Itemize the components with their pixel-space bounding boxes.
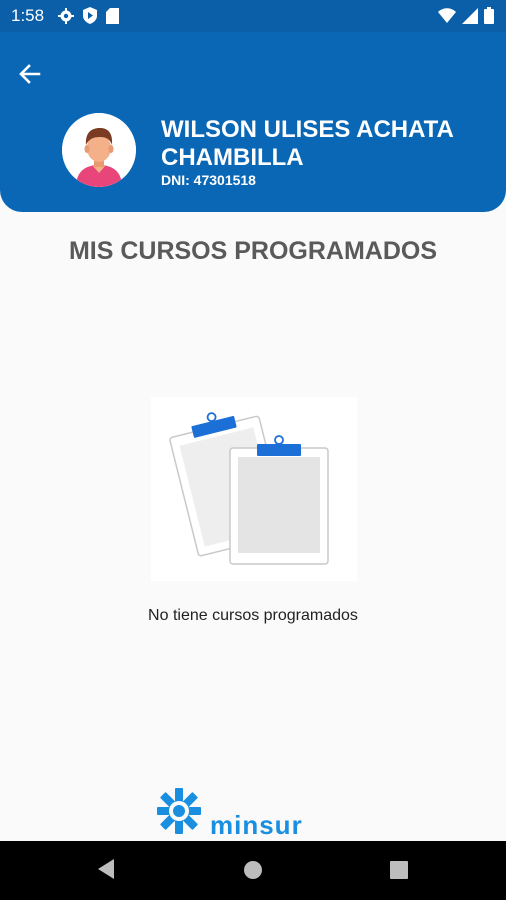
sd-card-icon bbox=[106, 7, 119, 24]
user-avatar-icon bbox=[62, 113, 136, 187]
battery-icon bbox=[484, 7, 494, 24]
shield-play-icon bbox=[83, 7, 97, 24]
status-right-icons bbox=[438, 7, 494, 24]
page-title: MIS CURSOS PROGRAMADOS bbox=[68, 237, 438, 265]
wifi-icon bbox=[438, 8, 456, 23]
empty-message: No tiene cursos programados bbox=[148, 607, 358, 624]
nav-recents-button[interactable] bbox=[390, 861, 408, 884]
recents-square-icon bbox=[390, 861, 408, 879]
empty-state-illustration bbox=[151, 397, 357, 581]
arrow-left-icon bbox=[19, 64, 41, 84]
avatar bbox=[62, 113, 136, 187]
home-circle-icon bbox=[244, 861, 262, 879]
back-triangle-icon bbox=[98, 859, 114, 879]
dni-label: DNI: bbox=[161, 172, 190, 188]
status-time: 1:58 bbox=[11, 6, 45, 25]
status-left-icons bbox=[58, 7, 119, 24]
clipboards-icon bbox=[169, 412, 329, 565]
nav-home-button[interactable] bbox=[243, 860, 263, 885]
dni-value: 47301518 bbox=[193, 172, 256, 188]
minsur-logo: minsur bbox=[157, 786, 352, 840]
status-bar: 1:58 bbox=[0, 0, 506, 32]
user-dni: DNI: 47301518 bbox=[161, 172, 256, 188]
minsur-logo-mark: minsur bbox=[157, 788, 303, 840]
nav-back-button[interactable] bbox=[96, 858, 116, 885]
signal-icon bbox=[462, 7, 478, 24]
system-nav-bar bbox=[0, 841, 506, 900]
brand-name: minsur bbox=[210, 810, 303, 838]
user-name: WILSON ULISES ACHATA CHAMBILLA bbox=[161, 116, 453, 171]
back-button[interactable] bbox=[14, 58, 46, 90]
profile-header: WILSON ULISES ACHATA CHAMBILLA DNI: 4730… bbox=[0, 32, 506, 212]
gear-icon bbox=[58, 7, 74, 24]
